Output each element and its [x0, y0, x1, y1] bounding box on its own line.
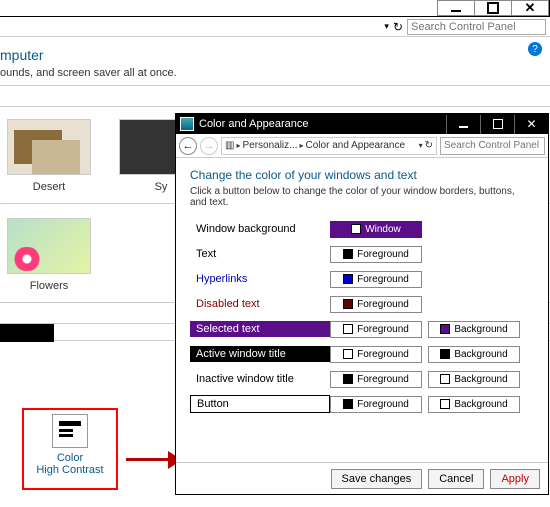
dialog-nav: ← → ▥ ▸ Personaliz... ▸ Color and Appear…: [176, 134, 548, 158]
color-row: Inactive window title Foreground Backgroun…: [190, 368, 534, 390]
color-row-label: Selected text: [190, 321, 330, 337]
color-row-label: Window background: [190, 221, 330, 237]
monitor-icon: ▥: [225, 140, 234, 151]
theme-label: Sy: [155, 181, 168, 193]
color-button-label: Foreground: [357, 374, 409, 385]
color-swatch: [351, 224, 361, 234]
color-button-label: Background: [454, 399, 507, 410]
color-row-label: Inactive window title: [190, 371, 330, 387]
refresh-icon[interactable]: ↻: [393, 20, 403, 34]
color-picker-button[interactable]: Foreground: [330, 246, 422, 263]
forward-button: →: [200, 137, 218, 155]
hc-label-1: Color: [24, 452, 116, 464]
color-row: Window background Window: [190, 218, 534, 240]
dialog-minimize-button[interactable]: [446, 115, 480, 134]
color-row-label: Active window title: [190, 346, 330, 362]
theme-label: Flowers: [30, 280, 69, 292]
color-swatch: [440, 324, 450, 334]
color-button-label: Foreground: [357, 249, 409, 260]
breadcrumb[interactable]: ▥ ▸ Personaliz... ▸ Color and Appearance…: [221, 137, 437, 155]
color-picker-button[interactable]: Foreground: [330, 271, 422, 288]
color-swatch: [343, 274, 353, 284]
color-swatch: [343, 374, 353, 384]
color-row: Text Foreground: [190, 243, 534, 265]
color-row: Active window title Foreground Background: [190, 343, 534, 365]
page-title: mputer: [0, 47, 550, 63]
color-button-label: Foreground: [357, 324, 409, 335]
color-appearance-dialog: Color and Appearance ← → ▥ ▸ Personaliz.…: [175, 113, 549, 495]
color-swatch: [343, 324, 353, 334]
color-button-label: Window: [365, 224, 401, 235]
parent-close-button[interactable]: [511, 0, 549, 16]
refresh-icon[interactable]: ↻: [425, 140, 433, 151]
color-button-label: Foreground: [357, 299, 409, 310]
color-swatch: [343, 249, 353, 259]
dialog-maximize-button[interactable]: [480, 115, 514, 134]
dialog-subtext: Click a button below to change the color…: [190, 186, 534, 208]
cancel-button[interactable]: Cancel: [428, 469, 484, 489]
color-swatch: [440, 399, 450, 409]
hc-label-2: High Contrast: [24, 464, 116, 476]
color-picker-button[interactable]: Background: [428, 321, 520, 338]
parent-maximize-button[interactable]: [474, 0, 512, 16]
color-row: Disabled text Foreground: [190, 293, 534, 315]
theme-thumbnail: [7, 218, 91, 274]
crumb-2[interactable]: Color and Appearance: [306, 140, 406, 151]
color-picker-button[interactable]: Foreground: [330, 321, 422, 338]
dialog-search-input[interactable]: [440, 137, 545, 155]
color-picker-button[interactable]: Background: [428, 396, 520, 413]
color-swatch: [440, 349, 450, 359]
page-subtitle: ounds, and screen saver all at once.: [0, 67, 550, 86]
parent-minimize-button[interactable]: [437, 0, 475, 16]
color-button-label: Background: [454, 349, 507, 360]
color-button-label: Foreground: [357, 349, 409, 360]
color-row: Button Foreground Background: [190, 393, 534, 415]
color-row-label: Hyperlinks: [190, 271, 330, 287]
dialog-close-button[interactable]: [514, 115, 548, 134]
parent-toolbar: ▾ ↻: [0, 17, 550, 37]
theme-flowers[interactable]: Flowers: [4, 218, 94, 292]
color-picker-button[interactable]: Foreground: [330, 296, 422, 313]
dialog-title: Color and Appearance: [199, 118, 308, 130]
crumb-1[interactable]: Personaliz...: [242, 140, 297, 151]
dialog-heading: Change the color of your windows and tex…: [190, 168, 534, 182]
dialog-icon: [180, 117, 194, 131]
color-swatch: [343, 399, 353, 409]
parent-search-input[interactable]: [407, 19, 546, 35]
color-row: Hyperlinks Foreground: [190, 268, 534, 290]
parent-titlebar: [0, 0, 550, 17]
high-contrast-icon: [52, 414, 88, 448]
color-swatch: [440, 374, 450, 384]
color-swatch: [343, 349, 353, 359]
color-swatch: [343, 299, 353, 309]
color-swatch[interactable]: [0, 324, 54, 342]
theme-label: Desert: [33, 181, 65, 193]
color-row: Selected text Foreground Background: [190, 318, 534, 340]
color-row-label: Text: [190, 246, 330, 262]
color-picker-button[interactable]: Foreground: [330, 371, 422, 388]
color-button-label: Foreground: [357, 399, 409, 410]
color-picker-button[interactable]: Background: [428, 346, 520, 363]
dialog-footer: Save changes Cancel Apply: [176, 462, 548, 494]
color-button-label: Background: [454, 324, 507, 335]
color-row-label: Button: [190, 395, 330, 413]
apply-button[interactable]: Apply: [490, 469, 540, 489]
color-row-label: Disabled text: [190, 296, 330, 312]
color-picker-button[interactable]: Foreground: [330, 346, 422, 363]
back-button[interactable]: ←: [179, 137, 197, 155]
color-picker-button[interactable]: Window: [330, 221, 422, 238]
color-button-label: Foreground: [357, 274, 409, 285]
color-picker-button[interactable]: Foreground: [330, 396, 422, 413]
help-icon[interactable]: ?: [528, 42, 542, 56]
color-button-label: Background: [454, 374, 507, 385]
theme-thumbnail: [7, 119, 91, 175]
chevron-down-icon[interactable]: ▾: [384, 21, 389, 32]
theme-desert[interactable]: Desert: [4, 119, 94, 193]
color-picker-button[interactable]: Background: [428, 371, 520, 388]
high-contrast-color-tile[interactable]: Color High Contrast: [22, 408, 118, 490]
dialog-body: Change the color of your windows and tex…: [176, 158, 548, 462]
save-changes-button[interactable]: Save changes: [331, 469, 423, 489]
page-header: mputer ounds, and screen saver all at on…: [0, 37, 550, 86]
dialog-titlebar[interactable]: Color and Appearance: [176, 114, 548, 134]
